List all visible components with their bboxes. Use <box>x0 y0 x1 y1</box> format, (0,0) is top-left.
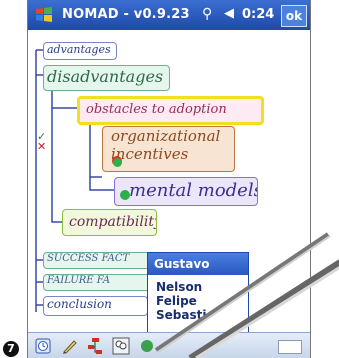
node-mental-models[interactable]: mental models <box>114 177 258 206</box>
clock-icon[interactable] <box>34 337 52 355</box>
bottom-toolbar <box>28 332 310 358</box>
ok-button[interactable]: ok <box>281 5 307 27</box>
node-compatibility[interactable]: compatibility <box>62 209 157 236</box>
node-failure-factors[interactable]: FAILURE FA <box>43 274 151 291</box>
node-disadvantages[interactable]: disadvantages <box>43 65 170 91</box>
app-title: NOMAD - v0.9.23 <box>62 7 190 22</box>
title-bar: NOMAD - v0.9.23 ⚲ ◀ 0:24 ok <box>28 0 310 30</box>
users-icon[interactable] <box>138 337 156 355</box>
green-status-dot-icon <box>120 190 130 200</box>
people-icon[interactable] <box>112 337 130 355</box>
popup-item-user[interactable]: Sebasti <box>148 308 248 322</box>
pocket-pc-screen: NOMAD - v0.9.23 ⚲ ◀ 0:24 ok ✓ ✕ advantag… <box>27 0 311 358</box>
volume-icon[interactable]: ◀ <box>224 6 234 21</box>
node-success-factors[interactable]: SUCCESS FACT <box>43 252 151 269</box>
pen-icon[interactable] <box>60 337 78 355</box>
popup-item-user[interactable]: Nelson <box>148 280 248 294</box>
node-conclusion[interactable]: conclusion <box>43 296 148 316</box>
keyboard-icon[interactable] <box>278 340 302 354</box>
step-number-badge: 7 <box>3 341 19 357</box>
hierarchy-icon[interactable] <box>86 337 104 355</box>
user-popup-menu: Gustavo Nelson Felipe Sebasti <box>147 252 249 334</box>
x-mark-icon: ✕ <box>37 140 47 153</box>
popup-item-user[interactable]: Felipe <box>148 294 248 308</box>
node-advantages[interactable]: advantages <box>43 42 117 60</box>
node-organizational-incentives[interactable]: organizational incentives <box>102 126 235 172</box>
windows-start-icon[interactable] <box>34 5 54 25</box>
green-status-dot-icon <box>113 158 122 167</box>
clock-time[interactable]: 0:24 <box>242 7 274 22</box>
popup-header-user[interactable]: Gustavo <box>148 253 248 275</box>
node-obstacles-selected[interactable]: obstacles to adoption <box>77 96 264 125</box>
signal-icon[interactable]: ⚲ <box>202 6 212 22</box>
